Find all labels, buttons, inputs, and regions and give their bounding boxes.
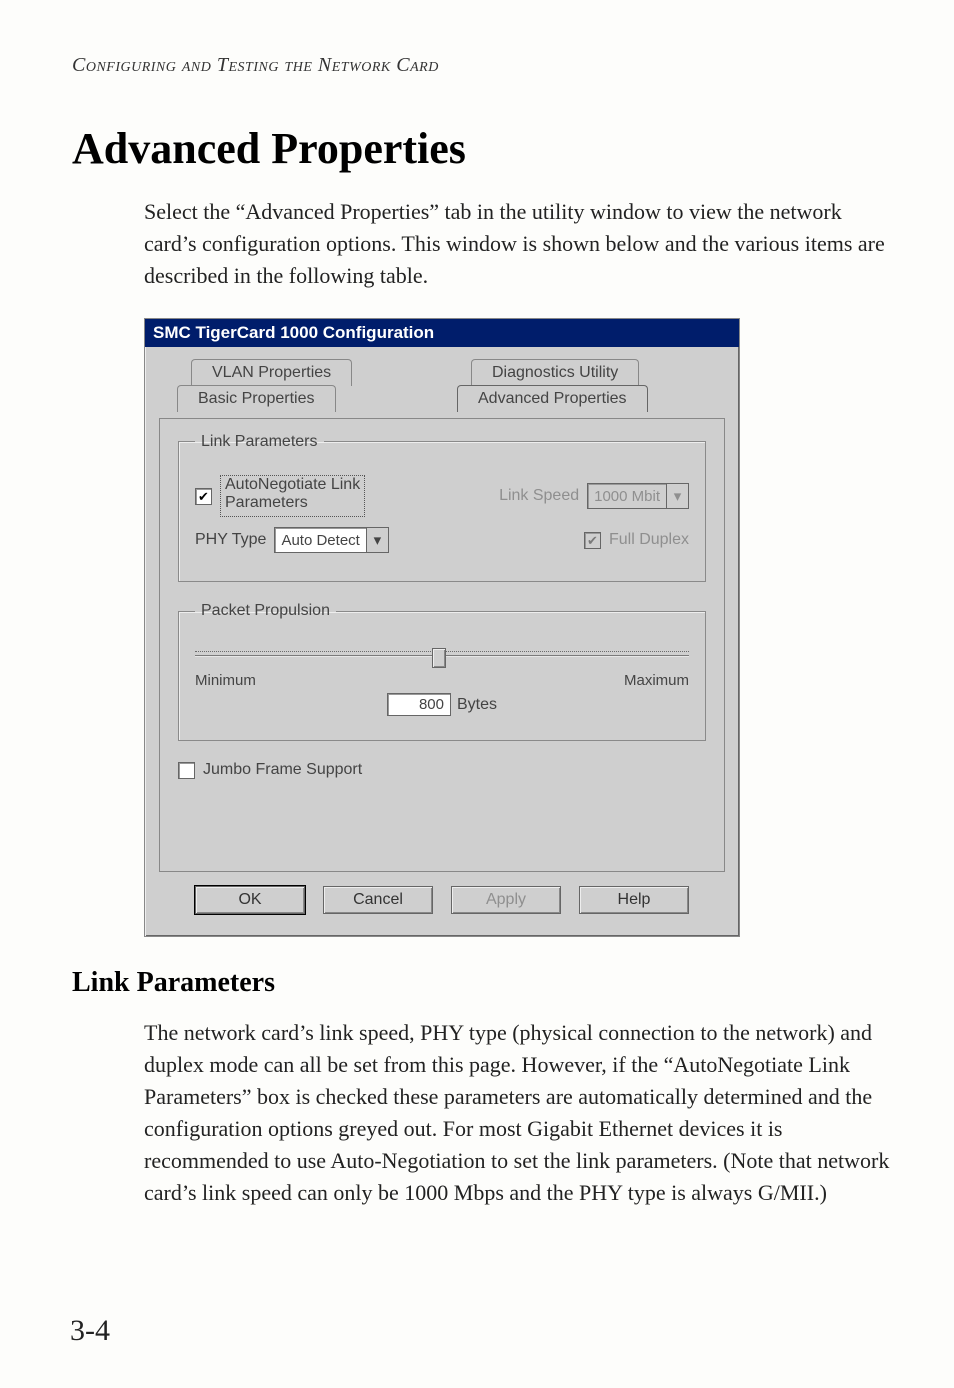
phy-type-label: PHY Type (195, 531, 266, 549)
jumbo-frame-checkbox[interactable] (178, 762, 195, 779)
packet-size-slider[interactable]: Minimum Maximum 800 Bytes (195, 644, 689, 716)
packet-size-value[interactable]: 800 (387, 693, 451, 716)
slider-thumb[interactable] (432, 648, 446, 668)
page-number: 3-4 (70, 1314, 110, 1348)
intro-paragraph: Select the “Advanced Properties” tab in … (144, 196, 898, 292)
phy-type-select[interactable]: Auto Detect ▾ (274, 527, 388, 553)
dialog-button-row: OK Cancel Apply Help (159, 872, 725, 922)
link-parameters-paragraph: The network card’s link speed, PHY type … (144, 1017, 898, 1208)
dialog-title: SMC TigerCard 1000 Configuration (145, 319, 739, 347)
apply-button[interactable]: Apply (451, 886, 561, 914)
tab-basic-properties[interactable]: Basic Properties (177, 385, 336, 412)
link-speed-select[interactable]: 1000 Mbit ▾ (587, 483, 689, 509)
tab-vlan-properties[interactable]: VLAN Properties (191, 359, 352, 386)
tab-strip: VLAN Properties Diagnostics Utility Basi… (159, 359, 725, 415)
slider-min-label: Minimum (195, 672, 256, 689)
link-speed-label: Link Speed (499, 487, 579, 505)
full-duplex-label: Full Duplex (609, 531, 689, 549)
link-parameters-group: Link Parameters ✔ AutoNegotiate Link Par… (178, 433, 706, 583)
cancel-button[interactable]: Cancel (323, 886, 433, 914)
help-button[interactable]: Help (579, 886, 689, 914)
phy-type-value: Auto Detect (281, 532, 359, 549)
packet-propulsion-group: Packet Propulsion Minimum Maximum 800 By… (178, 602, 706, 741)
autonegotiate-label-line2: Parameters (225, 494, 308, 511)
page-title: Advanced Properties (72, 123, 898, 174)
packet-size-unit: Bytes (457, 696, 497, 714)
full-duplex-checkbox[interactable]: ✔ (584, 532, 601, 549)
ok-button[interactable]: OK (195, 886, 305, 914)
advanced-properties-panel: Link Parameters ✔ AutoNegotiate Link Par… (159, 418, 725, 873)
autonegotiate-checkbox[interactable]: ✔ (195, 488, 212, 505)
config-dialog: SMC TigerCard 1000 Configuration VLAN Pr… (144, 318, 740, 938)
tab-advanced-properties[interactable]: Advanced Properties (457, 385, 648, 412)
autonegotiate-label: AutoNegotiate Link Parameters (220, 475, 365, 518)
tab-diagnostics-utility[interactable]: Diagnostics Utility (471, 359, 639, 386)
chevron-down-icon: ▾ (666, 484, 688, 508)
running-header: Configuring and Testing the Network Card (72, 54, 898, 77)
slider-max-label: Maximum (624, 672, 689, 689)
autonegotiate-label-line1: AutoNegotiate Link (225, 476, 360, 493)
jumbo-frame-label: Jumbo Frame Support (203, 761, 362, 779)
chevron-down-icon: ▾ (366, 528, 388, 552)
link-speed-value: 1000 Mbit (594, 488, 660, 505)
link-parameters-legend: Link Parameters (195, 433, 324, 451)
link-parameters-heading: Link Parameters (72, 967, 898, 999)
packet-propulsion-legend: Packet Propulsion (195, 602, 336, 620)
